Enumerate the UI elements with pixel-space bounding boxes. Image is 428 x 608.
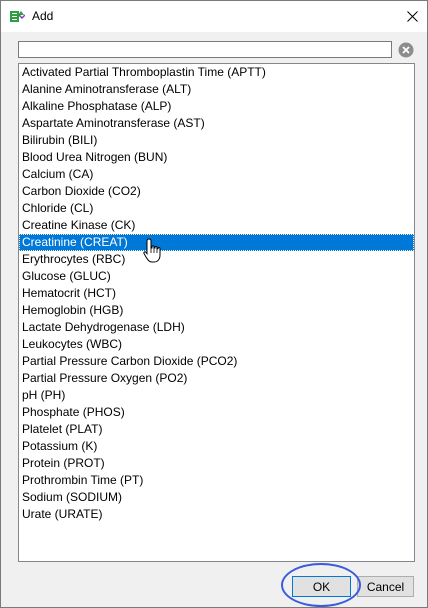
list-item[interactable]: Alkaline Phosphatase (ALP) [19,98,414,115]
list-item[interactable]: Hemoglobin (HGB) [19,302,414,319]
add-dialog: Add Activated Partial Thromboplastin Tim… [0,0,428,608]
window-title: Add [32,9,54,23]
list-item[interactable]: Urate (URATE) [19,506,414,523]
close-button[interactable] [397,1,427,31]
list-item[interactable]: Protein (PROT) [19,455,414,472]
search-input[interactable] [18,41,392,58]
list-item[interactable]: Partial Pressure Carbon Dioxide (PCO2) [19,353,414,370]
list-item[interactable]: Bilirubin (BILI) [19,132,414,149]
close-icon [406,10,418,22]
list-item[interactable]: Activated Partial Thromboplastin Time (A… [19,64,414,81]
clear-search-button[interactable] [397,41,415,59]
list-item[interactable]: Platelet (PLAT) [19,421,414,438]
hand-pointer-cursor-icon [143,238,161,263]
list-item[interactable]: Lactate Dehydrogenase (LDH) [19,319,414,336]
test-listbox[interactable]: Activated Partial Thromboplastin Time (A… [18,63,415,562]
list-item[interactable]: Alanine Aminotransferase (ALT) [19,81,414,98]
list-item[interactable]: Leukocytes (WBC) [19,336,414,353]
list-item[interactable]: Glucose (GLUC) [19,268,414,285]
ok-button[interactable]: OK [292,576,351,597]
title-bar[interactable]: Add [1,1,427,32]
add-list-icon [9,8,26,24]
list-item[interactable]: Sodium (SODIUM) [19,489,414,506]
clear-icon [398,42,414,58]
list-item[interactable]: Hematocrit (HCT) [19,285,414,302]
cancel-button[interactable]: Cancel [357,576,414,597]
list-item[interactable]: pH (PH) [19,387,414,404]
list-item[interactable]: Aspartate Aminotransferase (AST) [19,115,414,132]
list-item[interactable]: Creatinine (CREAT) [19,234,414,251]
list-item[interactable]: Carbon Dioxide (CO2) [19,183,414,200]
list-item[interactable]: Partial Pressure Oxygen (PO2) [19,370,414,387]
list-item[interactable]: Creatine Kinase (CK) [19,217,414,234]
list-item[interactable]: Chloride (CL) [19,200,414,217]
list-item[interactable]: Phosphate (PHOS) [19,404,414,421]
list-item[interactable]: Blood Urea Nitrogen (BUN) [19,149,414,166]
list-item[interactable]: Potassium (K) [19,438,414,455]
list-item[interactable]: Erythrocytes (RBC) [19,251,414,268]
list-item[interactable]: Calcium (CA) [19,166,414,183]
list-item[interactable]: Prothrombin Time (PT) [19,472,414,489]
